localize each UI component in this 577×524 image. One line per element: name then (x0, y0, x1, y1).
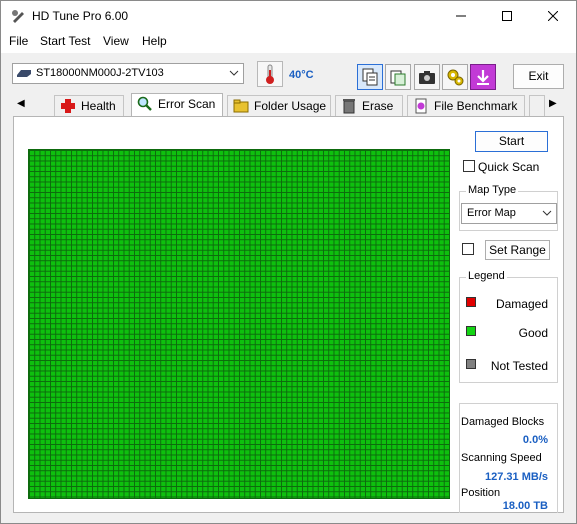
tab-folder-usage[interactable]: Folder Usage (227, 95, 331, 116)
legend-damaged-label: Damaged (495, 297, 548, 311)
gears-icon (447, 69, 464, 86)
quick-scan-label: Quick Scan (478, 160, 540, 174)
menu-bar: File Start Test View Help (1, 31, 576, 53)
chevron-down-icon (229, 70, 239, 76)
set-range-button[interactable]: Set Range (485, 240, 550, 260)
menu-view[interactable]: View (103, 34, 129, 48)
position-label: Position (461, 487, 501, 499)
tab-label: Error Scan (158, 97, 216, 111)
app-window: HD Tune Pro 6.00 File Start Test View He… (0, 0, 577, 524)
options-button[interactable] (442, 64, 468, 90)
maximize-icon (502, 11, 512, 21)
tab-health[interactable]: Health (54, 95, 124, 116)
map-type-select[interactable]: Error Map (461, 203, 557, 224)
tab-label: Folder Usage (254, 99, 327, 113)
map-type-value: Error Map (467, 207, 516, 219)
tab-error-scan[interactable]: Error Scan (131, 93, 223, 117)
save-button[interactable] (470, 64, 496, 90)
position-value: 18.00 TB (502, 500, 548, 512)
magnifier-icon (137, 96, 152, 111)
scanning-speed-label: Scanning Speed (461, 452, 542, 464)
tab-more[interactable] (529, 95, 545, 116)
drive-label: ST18000NM000J-2TV103 (36, 67, 164, 79)
temperature-readout: 40°C (289, 69, 314, 81)
tab-scroll-right-icon[interactable]: ▶ (549, 98, 557, 109)
thermometer-icon (266, 64, 274, 84)
map-type-title: Map Type (466, 184, 519, 196)
close-button[interactable] (530, 1, 576, 31)
file-stopwatch-icon (415, 98, 427, 114)
hard-drive-icon (17, 70, 31, 77)
trash-icon (343, 99, 355, 114)
error-map-grid (28, 149, 450, 499)
legend-good-swatch (466, 326, 476, 336)
camera-icon (419, 71, 435, 84)
menu-start-test[interactable]: Start Test (40, 34, 90, 48)
damaged-blocks-value: 0.0% (522, 434, 548, 446)
app-icon (12, 10, 24, 23)
clipboard-icon (390, 70, 406, 86)
exit-button[interactable]: Exit (513, 64, 564, 89)
error-scan-panel: Start Quick Scan Map Type Error Map Set … (13, 116, 564, 513)
legend-good-label: Good (518, 326, 548, 340)
minimize-button[interactable] (438, 1, 484, 31)
tab-file-benchmark[interactable]: File Benchmark (407, 95, 525, 116)
tab-erase[interactable]: Erase (335, 95, 403, 116)
quick-scan-checkbox[interactable] (463, 160, 475, 172)
download-arrow-icon (477, 70, 489, 85)
damaged-blocks-label: Damaged Blocks (461, 416, 545, 428)
legend-not-tested-label: Not Tested (490, 359, 548, 373)
tab-label: Erase (362, 99, 394, 113)
title-bar: HD Tune Pro 6.00 (1, 1, 576, 31)
start-button[interactable]: Start (475, 131, 548, 152)
menu-help[interactable]: Help (142, 34, 167, 48)
chevron-down-icon (542, 210, 552, 216)
set-range-checkbox[interactable] (462, 243, 474, 255)
legend-damaged-swatch (466, 297, 476, 307)
red-cross-icon (61, 99, 75, 113)
window-title: HD Tune Pro 6.00 (32, 9, 129, 23)
copy-text-button[interactable] (385, 64, 411, 90)
menu-file[interactable]: File (9, 34, 28, 48)
minimize-icon (456, 15, 466, 17)
legend-not-tested-swatch (466, 359, 476, 369)
folder-icon (233, 99, 249, 113)
copy-info-button[interactable] (357, 64, 383, 90)
drive-select[interactable]: ST18000NM000J-2TV103 (12, 63, 244, 84)
temperature-button[interactable] (257, 61, 283, 87)
tab-label: Health (81, 99, 116, 113)
legend-title: Legend (466, 270, 507, 282)
tab-strip: ◀ Health Error Scan Folder Usage Erase F… (1, 93, 576, 117)
close-icon (548, 11, 558, 21)
tab-label: File Benchmark (434, 99, 518, 113)
tab-scroll-left-icon[interactable]: ◀ (17, 98, 25, 109)
scanning-speed-value: 127.31 MB/s (485, 471, 548, 483)
screenshot-button[interactable] (414, 64, 440, 90)
maximize-button[interactable] (484, 1, 530, 31)
toolbar: ST18000NM000J-2TV103 40°C Exit (1, 53, 576, 93)
copy-document-icon (362, 68, 378, 86)
